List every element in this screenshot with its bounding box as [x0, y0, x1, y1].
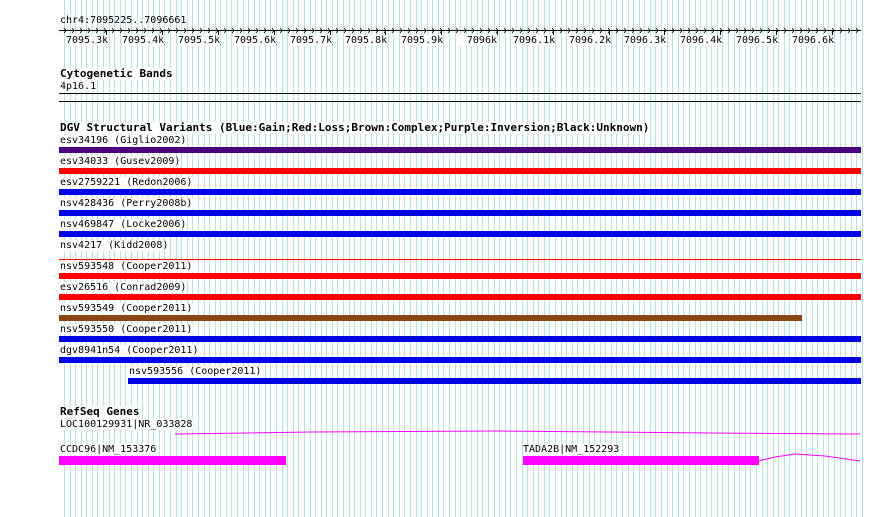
genome-browser-panel: chr4:7095225..7096661 7095.3k 7095.4k 7095…	[0, 0, 890, 517]
gene-label-ccdc96[interactable]: CCDC96|NM_153376	[60, 444, 158, 455]
gene-intron-tada2b[interactable]	[757, 453, 861, 462]
gene-label-tada2b[interactable]: TADA2B|NM_152293	[523, 444, 621, 455]
gene-exon-ccdc96[interactable]	[59, 456, 286, 465]
gene-intron-loc100129931[interactable]	[174, 430, 861, 435]
gene-intron-lines	[174, 430, 861, 462]
gene-exon-tada2b[interactable]	[523, 456, 759, 465]
